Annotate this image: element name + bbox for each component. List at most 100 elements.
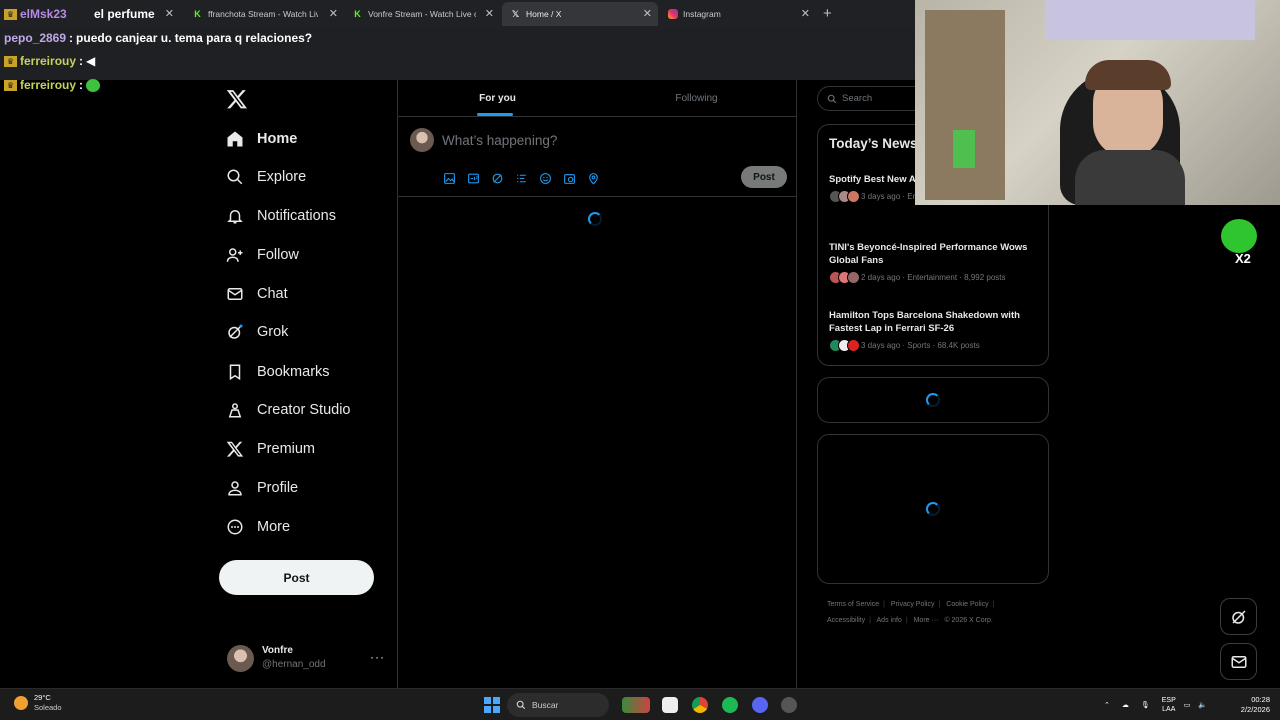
browser-tab-active[interactable]: 𝕏 Home / X ✕: [502, 2, 658, 26]
chat-line: pepo_2869 : puedo canjear u. tema para q…: [4, 31, 313, 45]
emote-icon: [1221, 219, 1257, 253]
crown-badge-icon: ♛: [4, 79, 17, 91]
x-premium-icon: [226, 440, 244, 458]
browser-tab[interactable]: K ffranchota Stream - Watch Live ✕: [184, 2, 344, 26]
system-tray: ⌃ ☁ 🎙 ESP LAA ▭ 🔈: [1104, 689, 1207, 720]
chat-line: ♛ elMsk23: [4, 7, 67, 21]
bookmark-icon: [226, 363, 244, 381]
news-item[interactable]: TINI's Beyoncé-Inspired Performance Wows…: [829, 241, 1041, 284]
microphone-icon[interactable]: 🎙: [1141, 701, 1150, 709]
clock[interactable]: 00:28 2/2/2026: [1228, 695, 1270, 715]
nav-item-grok[interactable]: Grok: [226, 317, 288, 347]
obs-icon[interactable]: [781, 697, 797, 713]
footer-link[interactable]: More ···: [914, 617, 939, 624]
kick-icon: K: [354, 9, 361, 19]
close-tab-icon[interactable]: ✕: [165, 7, 174, 20]
footer-link[interactable]: Terms of Service: [827, 601, 879, 608]
footer-link[interactable]: Privacy Policy: [891, 601, 935, 608]
close-tab-icon[interactable]: ✕: [643, 7, 652, 20]
emote-overlay: X2: [1221, 219, 1257, 269]
emoji-icon[interactable]: [538, 171, 552, 185]
post-button[interactable]: Post: [219, 560, 374, 595]
wall-poster: [1045, 0, 1255, 40]
avatar-stack: [829, 339, 860, 352]
widgets-icon[interactable]: [622, 697, 650, 713]
composer-post-button[interactable]: Post: [741, 166, 787, 188]
image-icon[interactable]: [442, 171, 456, 185]
home-icon: [226, 130, 244, 148]
avatar: [227, 644, 254, 672]
chrome-icon[interactable]: [692, 697, 708, 713]
crown-badge-icon: ♛: [4, 8, 17, 20]
new-tab-button[interactable]: +: [823, 5, 832, 22]
sun-icon: [14, 696, 28, 710]
schedule-icon[interactable]: [562, 171, 576, 185]
windows-start-icon[interactable]: [484, 697, 500, 713]
envelope-icon: [226, 285, 244, 303]
tab-following[interactable]: Following: [597, 80, 796, 117]
crown-badge-icon: ♛: [4, 55, 17, 67]
volume-icon[interactable]: 🔈: [1198, 701, 1207, 709]
loading-spinner: [926, 393, 940, 407]
x-logo-icon[interactable]: [226, 88, 248, 110]
close-tab-icon[interactable]: ✕: [801, 7, 810, 20]
nav-item-explore[interactable]: Explore: [226, 162, 306, 192]
taskbar-search-input[interactable]: [532, 700, 602, 710]
search-field[interactable]: [817, 86, 927, 111]
nav-item-more[interactable]: More: [226, 512, 290, 542]
location-icon[interactable]: [586, 171, 600, 185]
nav-item-creator-studio[interactable]: Creator Studio: [226, 395, 351, 425]
network-icon[interactable]: ▭: [1184, 701, 1191, 709]
active-tab-indicator: [477, 113, 513, 116]
nav-item-follow[interactable]: Follow: [226, 240, 299, 270]
search-icon: [827, 94, 837, 103]
close-tab-icon[interactable]: ✕: [329, 7, 338, 20]
news-heading: Today’s News: [829, 136, 918, 151]
main-timeline: For you Following Post: [397, 80, 797, 690]
footer-link[interactable]: Accessibility: [827, 617, 865, 624]
gif-icon[interactable]: [466, 171, 480, 185]
account-name: Vonfre: [262, 645, 293, 656]
search-icon: [226, 168, 244, 186]
avatar-stack: [829, 271, 860, 284]
browser-tab[interactable]: K Vonfre Stream - Watch Live on ✕: [344, 2, 500, 26]
news-item[interactable]: Hamilton Tops Barcelona Shakedown with F…: [829, 309, 1041, 352]
creator-studio-icon: [226, 401, 244, 419]
composer-avatar[interactable]: [410, 128, 434, 152]
file-explorer-icon[interactable]: [662, 697, 678, 713]
browser-tab[interactable]: Instagram ✕: [660, 2, 816, 26]
nav-item-premium[interactable]: Premium: [226, 434, 315, 464]
footer-link[interactable]: Cookie Policy: [946, 601, 988, 608]
weather-widget[interactable]: 29°C Soleado: [14, 693, 62, 713]
person-icon: [226, 479, 244, 497]
poll-icon[interactable]: [514, 171, 528, 185]
footer-link[interactable]: Ads info: [877, 617, 902, 624]
webcam-overlay: [915, 0, 1280, 205]
nav-item-chat[interactable]: Chat: [226, 279, 288, 309]
close-tab-icon[interactable]: ✕: [485, 7, 494, 20]
messages-float-button[interactable]: [1220, 643, 1257, 680]
composer-input[interactable]: [442, 130, 742, 150]
hair: [1085, 60, 1171, 90]
nav-item-bookmarks[interactable]: Bookmarks: [226, 357, 330, 387]
search-input[interactable]: [842, 93, 912, 104]
nav-item-profile[interactable]: Profile: [226, 473, 298, 503]
tab-for-you[interactable]: For you: [398, 80, 597, 117]
footer-links: Terms of Service | Privacy Policy | Cookie…: [827, 601, 995, 624]
envelope-icon: [1231, 655, 1246, 668]
nav-item-home[interactable]: Home: [226, 124, 297, 154]
taskbar-search[interactable]: [507, 693, 609, 717]
kick-icon: K: [194, 9, 201, 19]
account-switcher[interactable]: Vonfre @hernan_odd: [227, 644, 326, 672]
discord-icon[interactable]: [752, 697, 768, 713]
grok-float-button[interactable]: [1220, 598, 1257, 635]
onedrive-icon[interactable]: ☁: [1122, 701, 1129, 709]
nav-item-notifications[interactable]: Notifications: [226, 201, 336, 231]
chevron-up-icon[interactable]: ⌃: [1104, 701, 1110, 709]
spotify-icon[interactable]: [722, 697, 738, 713]
language-indicator[interactable]: ESP LAA: [1162, 696, 1176, 714]
shoulders: [1075, 150, 1185, 205]
account-more-button[interactable]: ···: [370, 650, 385, 664]
grok-compose-icon[interactable]: [490, 171, 504, 185]
more-circle-icon: [226, 518, 244, 536]
